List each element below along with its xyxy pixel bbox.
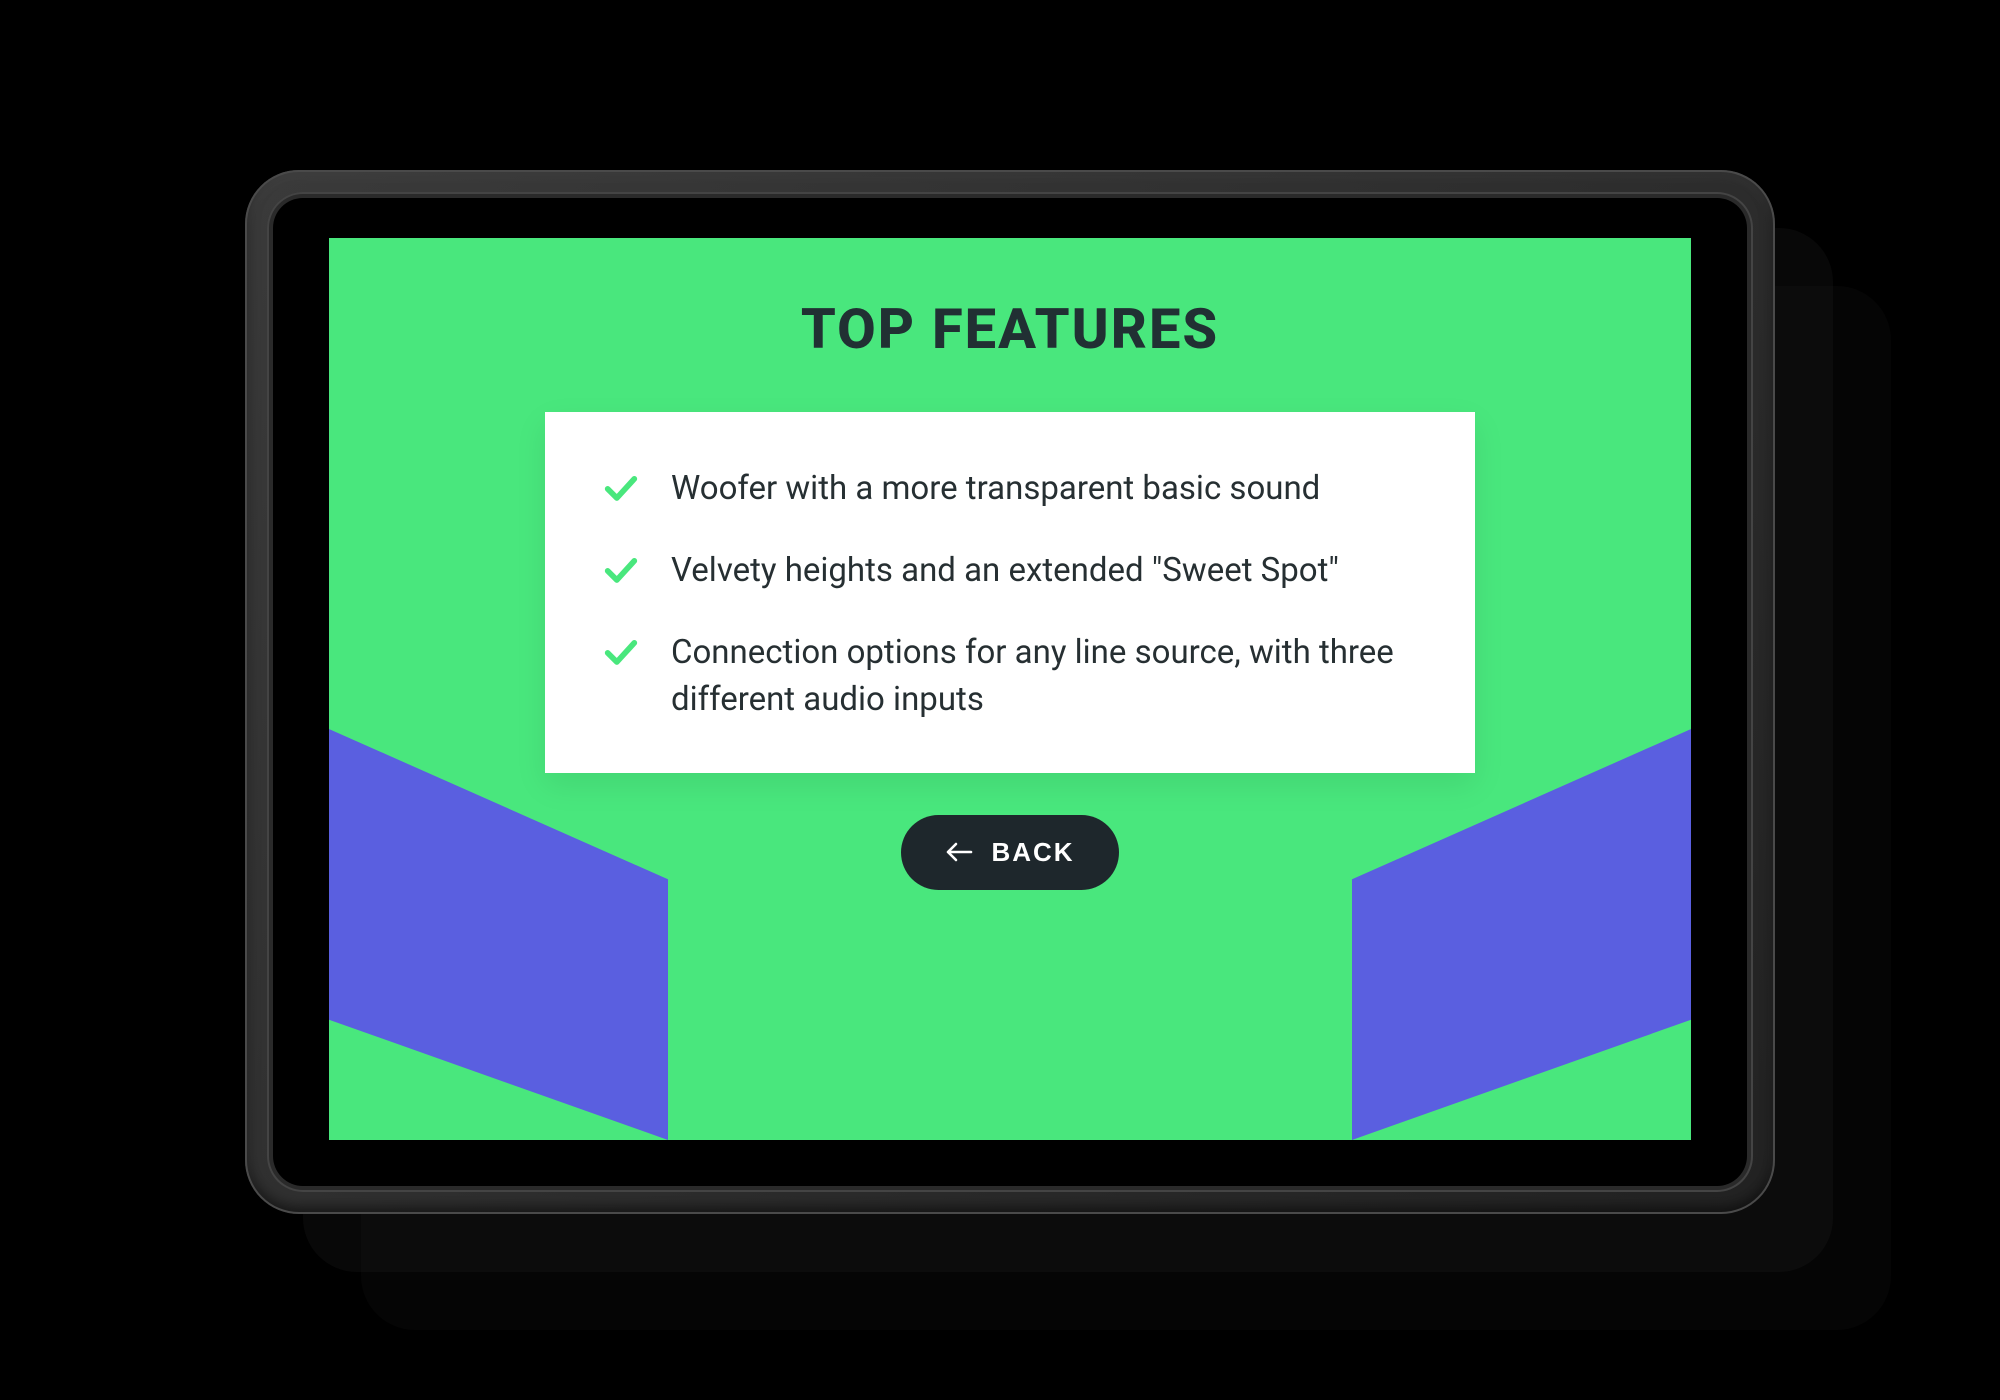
feature-text: Woofer with a more transparent basic sou… — [671, 466, 1320, 512]
feature-item: Woofer with a more transparent basic sou… — [601, 466, 1419, 512]
device-inner-border: TOP FEATURES Woofer with a more transpar… — [267, 192, 1753, 1192]
device-frame: TOP FEATURES Woofer with a more transpar… — [245, 170, 1775, 1214]
features-card: Woofer with a more transparent basic sou… — [545, 412, 1475, 773]
feature-item: Velvety heights and an extended "Sweet S… — [601, 548, 1419, 594]
back-button[interactable]: BACK — [901, 815, 1118, 890]
check-icon — [601, 468, 641, 508]
feature-text: Velvety heights and an extended "Sweet S… — [671, 548, 1339, 594]
feature-item: Connection options for any line source, … — [601, 630, 1419, 722]
check-icon — [601, 632, 641, 672]
arrow-left-icon — [945, 842, 973, 862]
check-icon — [601, 550, 641, 590]
feature-text: Connection options for any line source, … — [671, 630, 1419, 722]
screen: TOP FEATURES Woofer with a more transpar… — [329, 238, 1691, 1140]
page-title: TOP FEATURES — [801, 296, 1219, 362]
device-bezel: TOP FEATURES Woofer with a more transpar… — [273, 198, 1747, 1186]
back-button-label: BACK — [991, 837, 1074, 868]
